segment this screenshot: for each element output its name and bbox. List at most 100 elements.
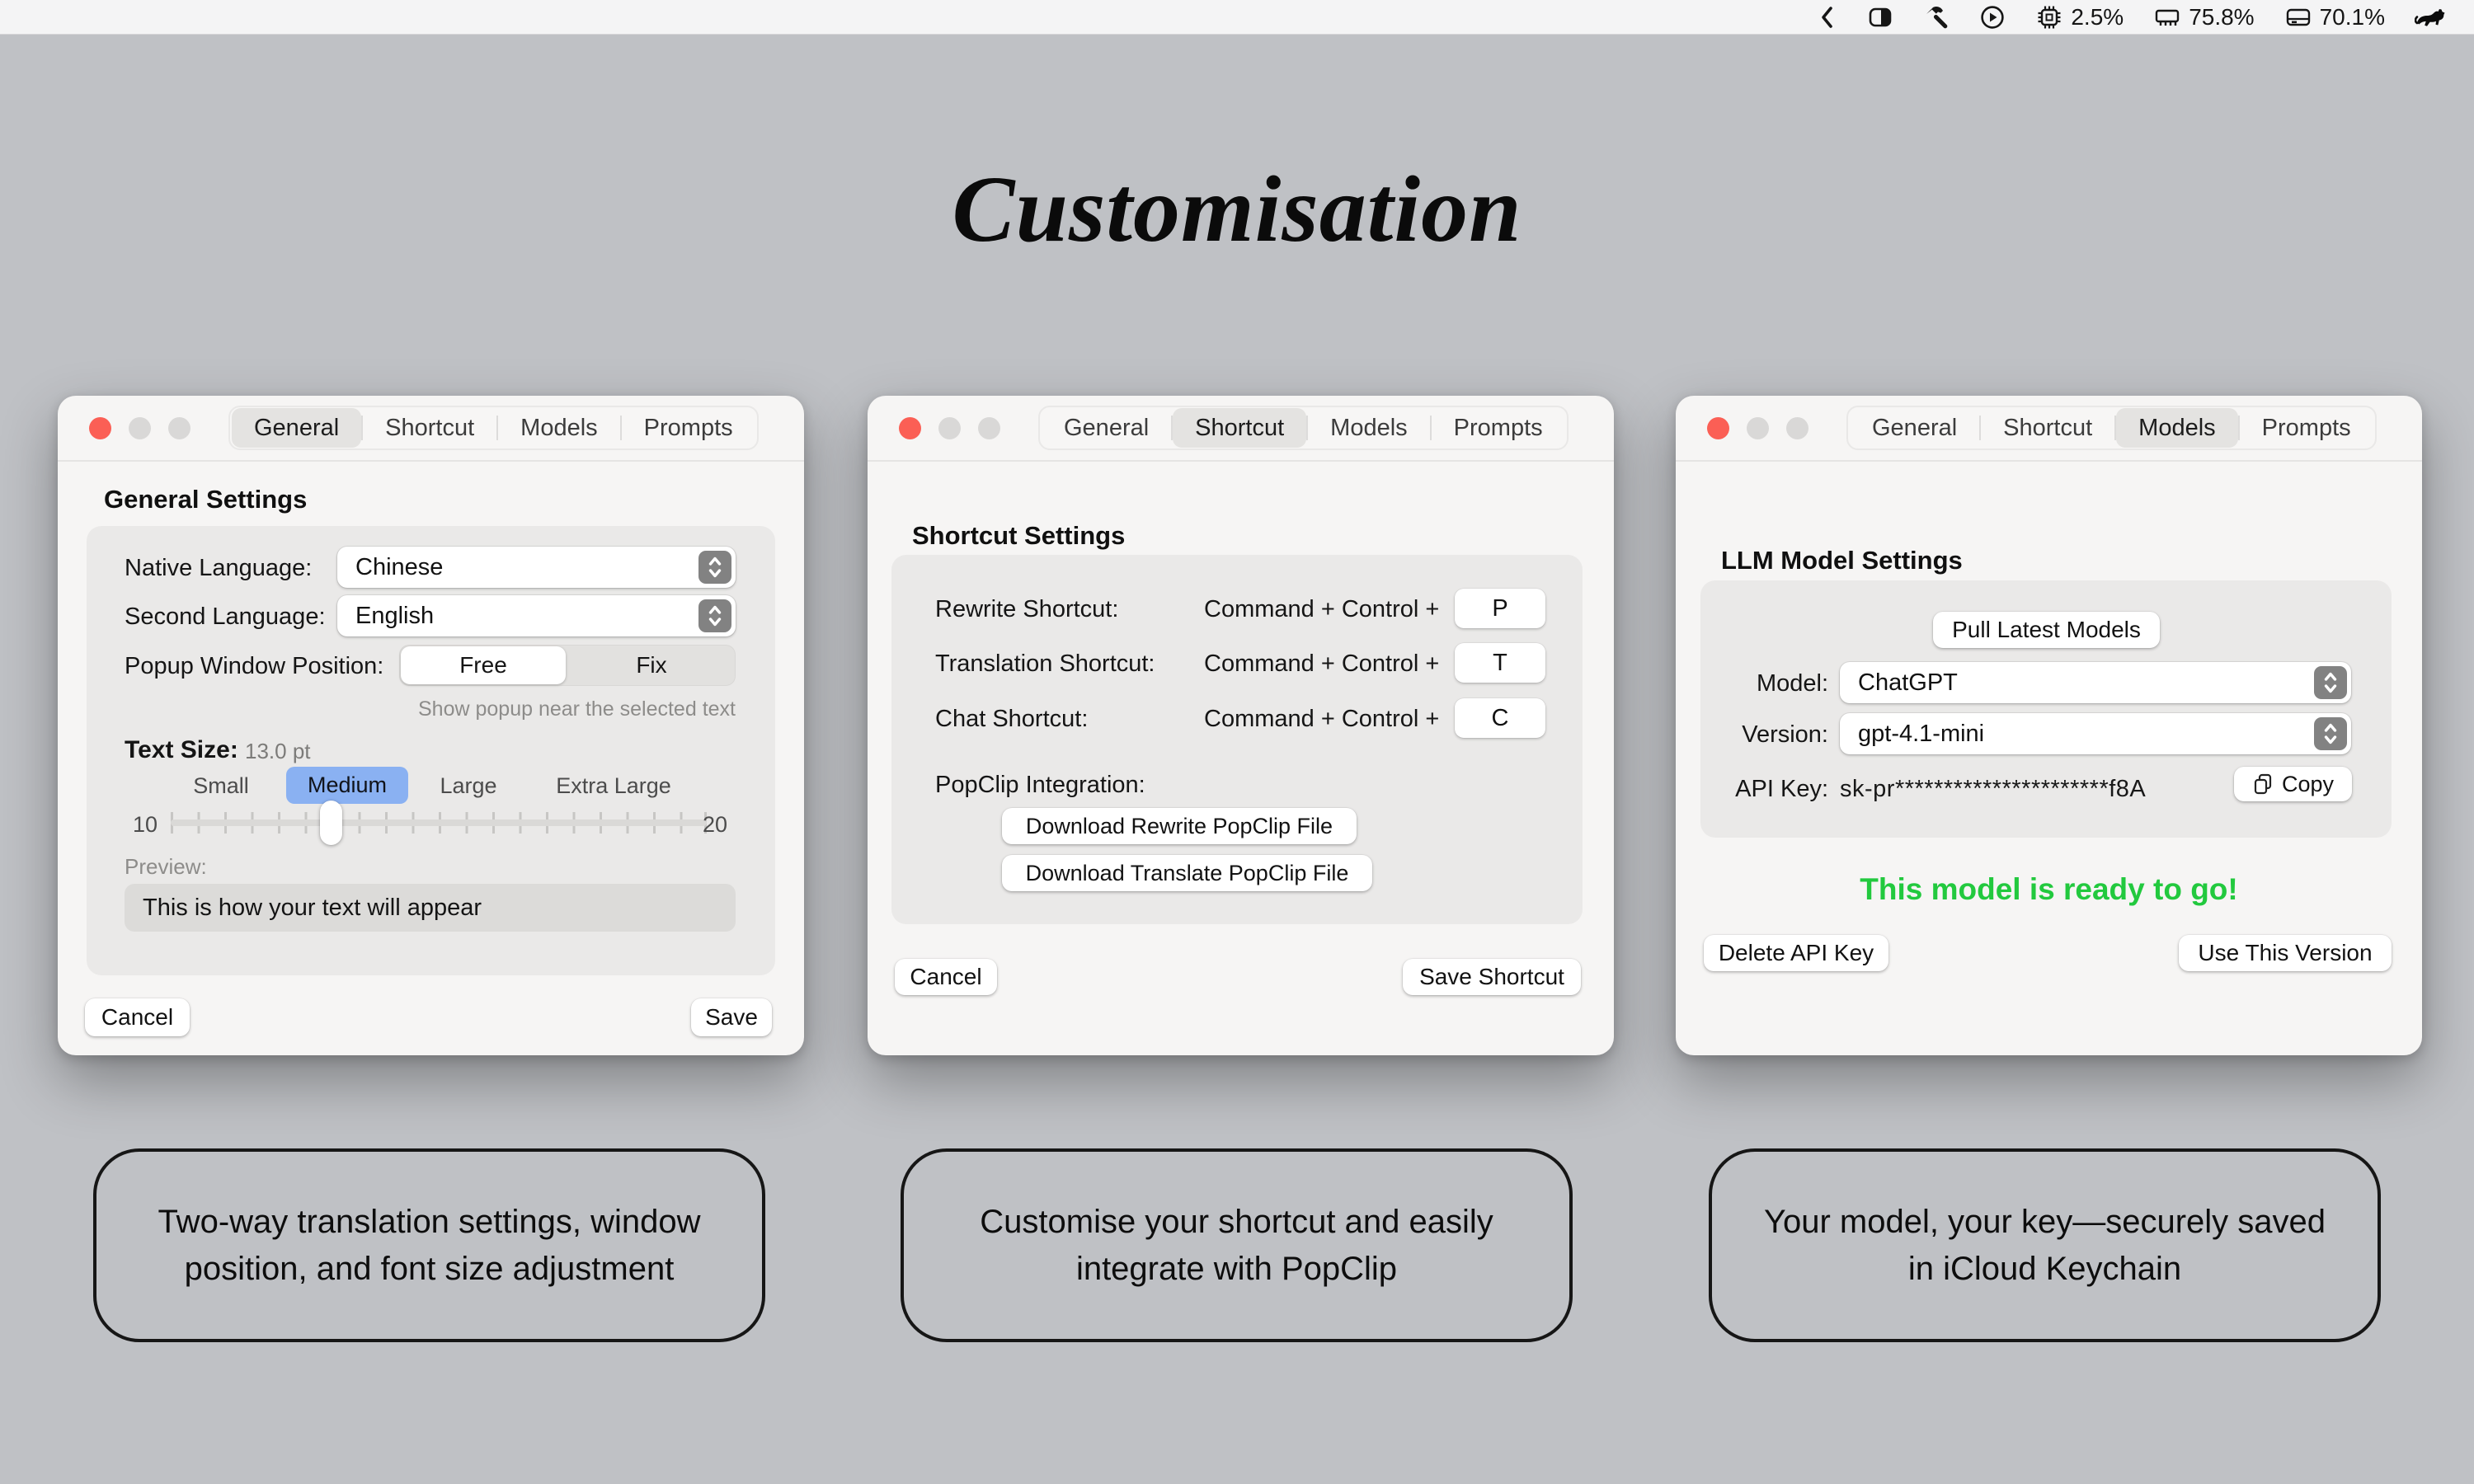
general-settings-heading: General Settings xyxy=(104,485,307,514)
caption-shortcut-text: Customise your shortcut and easily integ… xyxy=(949,1199,1524,1293)
popup-position-label: Popup Window Position: xyxy=(125,653,383,680)
shortcut-settings-heading: Shortcut Settings xyxy=(912,521,1125,551)
copy-icon xyxy=(2252,773,2274,796)
caption-models: Your model, your key—securely saved in i… xyxy=(1709,1148,2381,1342)
text-size-slider-thumb[interactable] xyxy=(320,801,342,845)
preview-text: This is how your text will appear xyxy=(143,895,482,922)
chat-shortcut-key-field[interactable]: C xyxy=(1455,698,1545,738)
disk-usage[interactable]: 70.1% xyxy=(2284,3,2385,31)
cpu-usage-value: 2.5% xyxy=(2071,4,2124,31)
popup-hint-text: Show popup near the selected text xyxy=(418,697,736,721)
close-button[interactable] xyxy=(89,417,111,439)
tab-general[interactable]: General xyxy=(1850,408,1979,448)
tab-models[interactable]: Models xyxy=(2116,408,2238,448)
tab-shortcut[interactable]: Shortcut xyxy=(363,408,496,448)
window1-titlebar: General Shortcut Models Prompts xyxy=(58,396,804,462)
version-select[interactable]: gpt-4.1-mini xyxy=(1840,713,2351,754)
cancel-button[interactable]: Cancel xyxy=(895,959,997,995)
second-language-value: English xyxy=(337,603,434,630)
download-translate-popclip-button[interactable]: Download Translate PopClip File xyxy=(1002,855,1372,891)
chevron-up-down-icon xyxy=(2314,666,2347,699)
translation-shortcut-key-field[interactable]: T xyxy=(1455,643,1545,683)
preview-box: This is how your text will appear xyxy=(125,884,736,932)
hammer-tool-icon[interactable] xyxy=(1923,4,1950,31)
delete-api-key-button[interactable]: Delete API Key xyxy=(1704,935,1888,971)
tab-general[interactable]: General xyxy=(232,408,361,448)
window-shortcut-settings: General Shortcut Models Prompts Shortcut… xyxy=(868,396,1614,1055)
size-option-extra-large[interactable]: Extra Large xyxy=(556,773,671,799)
tab-models[interactable]: Models xyxy=(498,408,620,448)
size-option-large[interactable]: Large xyxy=(440,773,496,799)
caption-models-text: Your model, your key—securely saved in i… xyxy=(1757,1199,2332,1293)
tab-prompts[interactable]: Prompts xyxy=(2240,408,2373,448)
zoom-button[interactable] xyxy=(978,417,1000,439)
tab-shortcut[interactable]: Shortcut xyxy=(1981,408,2114,448)
chat-shortcut-modifier: Command + Control + xyxy=(1204,706,1439,733)
display-contrast-icon[interactable] xyxy=(1867,4,1893,31)
popup-position-fix-segment[interactable]: Fix xyxy=(569,646,734,684)
use-this-version-button[interactable]: Use This Version xyxy=(2179,935,2392,971)
chevron-up-down-icon xyxy=(2314,717,2347,750)
text-size-value: 13.0 pt xyxy=(245,739,311,764)
download-rewrite-popclip-button[interactable]: Download Rewrite PopClip File xyxy=(1002,808,1357,844)
save-shortcut-button[interactable]: Save Shortcut xyxy=(1403,959,1581,995)
second-language-select[interactable]: English xyxy=(337,595,736,636)
window-general-settings: General Shortcut Models Prompts General … xyxy=(58,396,804,1055)
native-language-select[interactable]: Chinese xyxy=(337,547,736,588)
popup-position-free-segment[interactable]: Free xyxy=(401,646,566,684)
popup-position-segmented-control: Free Fix xyxy=(399,645,736,686)
copy-button-label: Copy xyxy=(2282,772,2334,797)
pull-latest-models-button[interactable]: Pull Latest Models xyxy=(1933,612,2160,648)
cpu-usage[interactable]: 2.5% xyxy=(2035,3,2124,31)
tab-prompts[interactable]: Prompts xyxy=(1432,408,1565,448)
shortcut-settings-panel: Rewrite Shortcut: Command + Control + P … xyxy=(891,555,1583,924)
close-button[interactable] xyxy=(1707,417,1729,439)
chat-shortcut-label: Chat Shortcut: xyxy=(935,706,1088,733)
model-select[interactable]: ChatGPT xyxy=(1840,662,2351,703)
preview-label: Preview: xyxy=(125,854,207,880)
play-circle-icon[interactable] xyxy=(1979,4,2006,31)
cancel-button[interactable]: Cancel xyxy=(85,998,190,1036)
runcat-cat-icon[interactable] xyxy=(2415,3,2453,31)
save-button[interactable]: Save xyxy=(691,998,772,1036)
size-option-medium[interactable]: Medium xyxy=(286,767,408,804)
memory-usage[interactable]: 75.8% xyxy=(2153,3,2254,31)
tab-models[interactable]: Models xyxy=(1308,408,1430,448)
chevron-left-icon[interactable] xyxy=(1818,4,1837,31)
disk-icon xyxy=(2284,3,2312,31)
size-option-small[interactable]: Small xyxy=(193,773,249,799)
window-llm-model-settings: General Shortcut Models Prompts LLM Mode… xyxy=(1676,396,2422,1055)
zoom-button[interactable] xyxy=(1786,417,1808,439)
window3-tab-bar: General Shortcut Models Prompts xyxy=(1846,406,2377,450)
window2-traffic-lights xyxy=(899,417,1000,439)
chevron-up-down-icon xyxy=(698,599,731,632)
rewrite-key: P xyxy=(1492,595,1507,622)
tab-shortcut[interactable]: Shortcut xyxy=(1173,408,1306,448)
api-key-label: API Key: xyxy=(1717,776,1828,803)
copy-api-key-button[interactable]: Copy xyxy=(2234,767,2352,801)
text-size-label: Text Size: xyxy=(125,736,238,764)
zoom-button[interactable] xyxy=(168,417,190,439)
minimize-button[interactable] xyxy=(1747,417,1769,439)
model-value: ChatGPT xyxy=(1840,669,1958,697)
popclip-integration-label: PopClip Integration: xyxy=(935,772,1145,799)
chat-key: C xyxy=(1492,705,1509,732)
translation-shortcut-label: Translation Shortcut: xyxy=(935,650,1155,678)
general-settings-panel: Native Language: Chinese Second Language… xyxy=(87,526,775,975)
translation-shortcut-modifier: Command + Control + xyxy=(1204,650,1439,678)
tab-prompts[interactable]: Prompts xyxy=(622,408,755,448)
window1-traffic-lights xyxy=(89,417,190,439)
tab-general[interactable]: General xyxy=(1042,408,1171,448)
slider-line xyxy=(171,819,707,826)
close-button[interactable] xyxy=(899,417,921,439)
rewrite-shortcut-key-field[interactable]: P xyxy=(1455,589,1545,628)
minimize-button[interactable] xyxy=(938,417,961,439)
rewrite-shortcut-modifier: Command + Control + xyxy=(1204,596,1439,623)
window1-tab-bar: General Shortcut Models Prompts xyxy=(228,406,759,450)
version-label: Version: xyxy=(1717,721,1828,749)
text-size-slider-track[interactable] xyxy=(171,812,707,834)
disk-usage-value: 70.1% xyxy=(2320,4,2385,31)
memory-icon xyxy=(2153,3,2181,31)
api-key-masked-value: sk-pr**********************f8A xyxy=(1840,776,2146,803)
minimize-button[interactable] xyxy=(129,417,151,439)
